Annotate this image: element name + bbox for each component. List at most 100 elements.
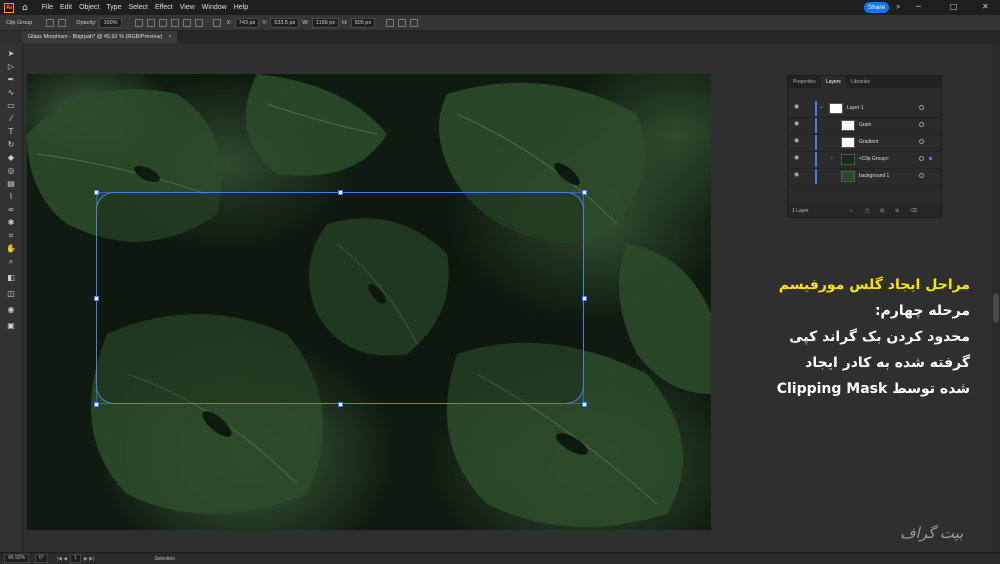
scrollbar-thumb[interactable]: [993, 293, 999, 323]
layer-name[interactable]: background 1: [859, 173, 889, 179]
expand-chevron-icon[interactable]: ›: [831, 155, 833, 161]
blend-tool-icon[interactable]: ∞: [5, 205, 17, 215]
target-icon[interactable]: [919, 156, 924, 161]
h-field[interactable]: 505 px: [350, 17, 376, 28]
fill-swatch[interactable]: [46, 18, 55, 27]
zoom-field[interactable]: 45.92%: [4, 554, 29, 563]
new-layer-icon[interactable]: ⊕: [895, 205, 899, 217]
minimize-icon[interactable]: ─: [916, 2, 921, 11]
eraser-tool-icon[interactable]: ◆: [5, 153, 17, 163]
target-icon[interactable]: [919, 173, 924, 178]
tab-properties[interactable]: Properties: [788, 76, 821, 88]
shape-builder-tool-icon[interactable]: ◎: [5, 166, 17, 176]
layer-row-layer-1[interactable]: ◉ ⌄ Layer 1: [788, 100, 941, 118]
tab-layers[interactable]: Layers: [820, 76, 846, 88]
menu-view[interactable]: View: [180, 4, 195, 11]
resize-handle[interactable]: [94, 190, 99, 195]
align-icon[interactable]: [134, 18, 143, 27]
align-icon[interactable]: [146, 18, 155, 27]
locate-object-icon[interactable]: ⌕: [850, 205, 853, 217]
delete-layer-icon[interactable]: ⌫: [910, 205, 917, 217]
y-field[interactable]: 533.5 px: [270, 17, 300, 28]
menu-edit[interactable]: Edit: [60, 4, 72, 11]
resize-handle[interactable]: [94, 296, 99, 301]
layer-name[interactable]: Grain: [859, 122, 871, 128]
share-button[interactable]: Share: [864, 2, 889, 13]
layer-row-clip-group[interactable]: ◉ › <Clip Group>: [788, 151, 941, 169]
resize-handle[interactable]: [582, 296, 587, 301]
curvature-tool-icon[interactable]: ∿: [5, 88, 17, 98]
target-icon[interactable]: [919, 122, 924, 127]
transform-icon[interactable]: [386, 18, 395, 27]
rotation-field[interactable]: 0°: [34, 554, 48, 563]
search-icon[interactable]: ⌕: [896, 2, 900, 12]
rectangle-tool-icon[interactable]: ▭: [5, 101, 17, 111]
align-icon[interactable]: [182, 18, 191, 27]
gradient-tool-icon[interactable]: ▤: [5, 179, 17, 189]
arrange-icon[interactable]: [410, 18, 419, 27]
brush-tool-icon[interactable]: ⁄: [5, 114, 17, 124]
align-icon[interactable]: [158, 18, 167, 27]
target-icon[interactable]: [919, 139, 924, 144]
new-sublayer-icon[interactable]: ⊞: [880, 205, 884, 217]
x-field[interactable]: 743 px: [234, 17, 260, 28]
resize-handle[interactable]: [338, 190, 343, 195]
layer-row-gradient[interactable]: ◉ Gradient: [788, 134, 941, 152]
resize-handle[interactable]: [338, 402, 343, 407]
expand-chevron-icon[interactable]: ⌄: [819, 104, 823, 110]
direct-selection-tool-icon[interactable]: ▷: [5, 62, 17, 72]
opacity-field[interactable]: 100%: [99, 17, 122, 28]
symbol-tool-icon[interactable]: ✱: [5, 218, 17, 228]
maximize-icon[interactable]: □: [950, 2, 958, 11]
artboard-nav-icon[interactable]: ▶ ▶|: [84, 556, 94, 562]
draw-mode-icon[interactable]: ◉: [5, 305, 17, 315]
close-tab-icon[interactable]: ×: [168, 34, 171, 40]
pen-tool-icon[interactable]: ✒: [5, 75, 17, 85]
menu-window[interactable]: Window: [202, 4, 227, 11]
resize-handle[interactable]: [582, 402, 587, 407]
menu-object[interactable]: Object: [79, 4, 99, 11]
visibility-eye-icon[interactable]: ◉: [794, 121, 801, 127]
menu-effect[interactable]: Effect: [155, 4, 173, 11]
artboard-tool-icon[interactable]: ⌗: [5, 231, 17, 241]
home-icon[interactable]: ⌂: [22, 3, 28, 13]
artboard-canvas[interactable]: [27, 74, 711, 530]
resize-handle[interactable]: [94, 402, 99, 407]
visibility-eye-icon[interactable]: ◉: [794, 104, 801, 110]
resize-handle[interactable]: [582, 190, 587, 195]
menu-select[interactable]: Select: [128, 4, 147, 11]
make-clipping-mask-icon[interactable]: ◫: [865, 205, 870, 217]
type-tool-icon[interactable]: T: [5, 127, 17, 137]
visibility-eye-icon[interactable]: ◉: [794, 155, 801, 161]
artboard-nav-icon[interactable]: |◀ ◀: [57, 556, 67, 562]
artboard-field[interactable]: 1: [70, 554, 81, 563]
menu-file[interactable]: File: [42, 4, 53, 11]
align-icon[interactable]: [170, 18, 179, 27]
reference-point-icon[interactable]: [212, 18, 221, 27]
stroke-swatch[interactable]: [58, 18, 67, 27]
layer-name[interactable]: Gradient: [859, 139, 878, 145]
isolate-icon[interactable]: [398, 18, 407, 27]
hand-tool-icon[interactable]: ✋: [5, 244, 17, 254]
align-icon[interactable]: [194, 18, 203, 27]
layer-row-background-1[interactable]: ◉ background 1: [788, 168, 941, 186]
selection-tool-icon[interactable]: ➤: [5, 49, 17, 59]
menu-help[interactable]: Help: [234, 4, 248, 11]
layer-row-grain[interactable]: ◉ Grain: [788, 117, 941, 135]
target-icon[interactable]: [919, 105, 924, 110]
close-icon[interactable]: ✕: [982, 2, 989, 11]
menu-type[interactable]: Type: [106, 4, 121, 11]
vertical-scrollbar[interactable]: [992, 43, 1000, 552]
layer-name[interactable]: Layer 1: [847, 105, 864, 111]
screen-mode-icon[interactable]: ▣: [5, 321, 17, 331]
fill-stroke-icon[interactable]: ◧: [5, 273, 17, 283]
rotate-tool-icon[interactable]: ↻: [5, 140, 17, 150]
eyedropper-tool-icon[interactable]: ⌇: [5, 192, 17, 202]
w-field[interactable]: 1156 px: [311, 17, 340, 28]
visibility-eye-icon[interactable]: ◉: [794, 138, 801, 144]
zoom-tool-icon[interactable]: ⌕: [5, 257, 17, 267]
tab-libraries[interactable]: Libraries: [846, 76, 875, 88]
visibility-eye-icon[interactable]: ◉: [794, 172, 801, 178]
color-mode-icon[interactable]: ◫: [5, 289, 17, 299]
document-tab[interactable]: Glass Morphism - Bitgrpah* @ 45.92 % (RG…: [22, 31, 178, 43]
